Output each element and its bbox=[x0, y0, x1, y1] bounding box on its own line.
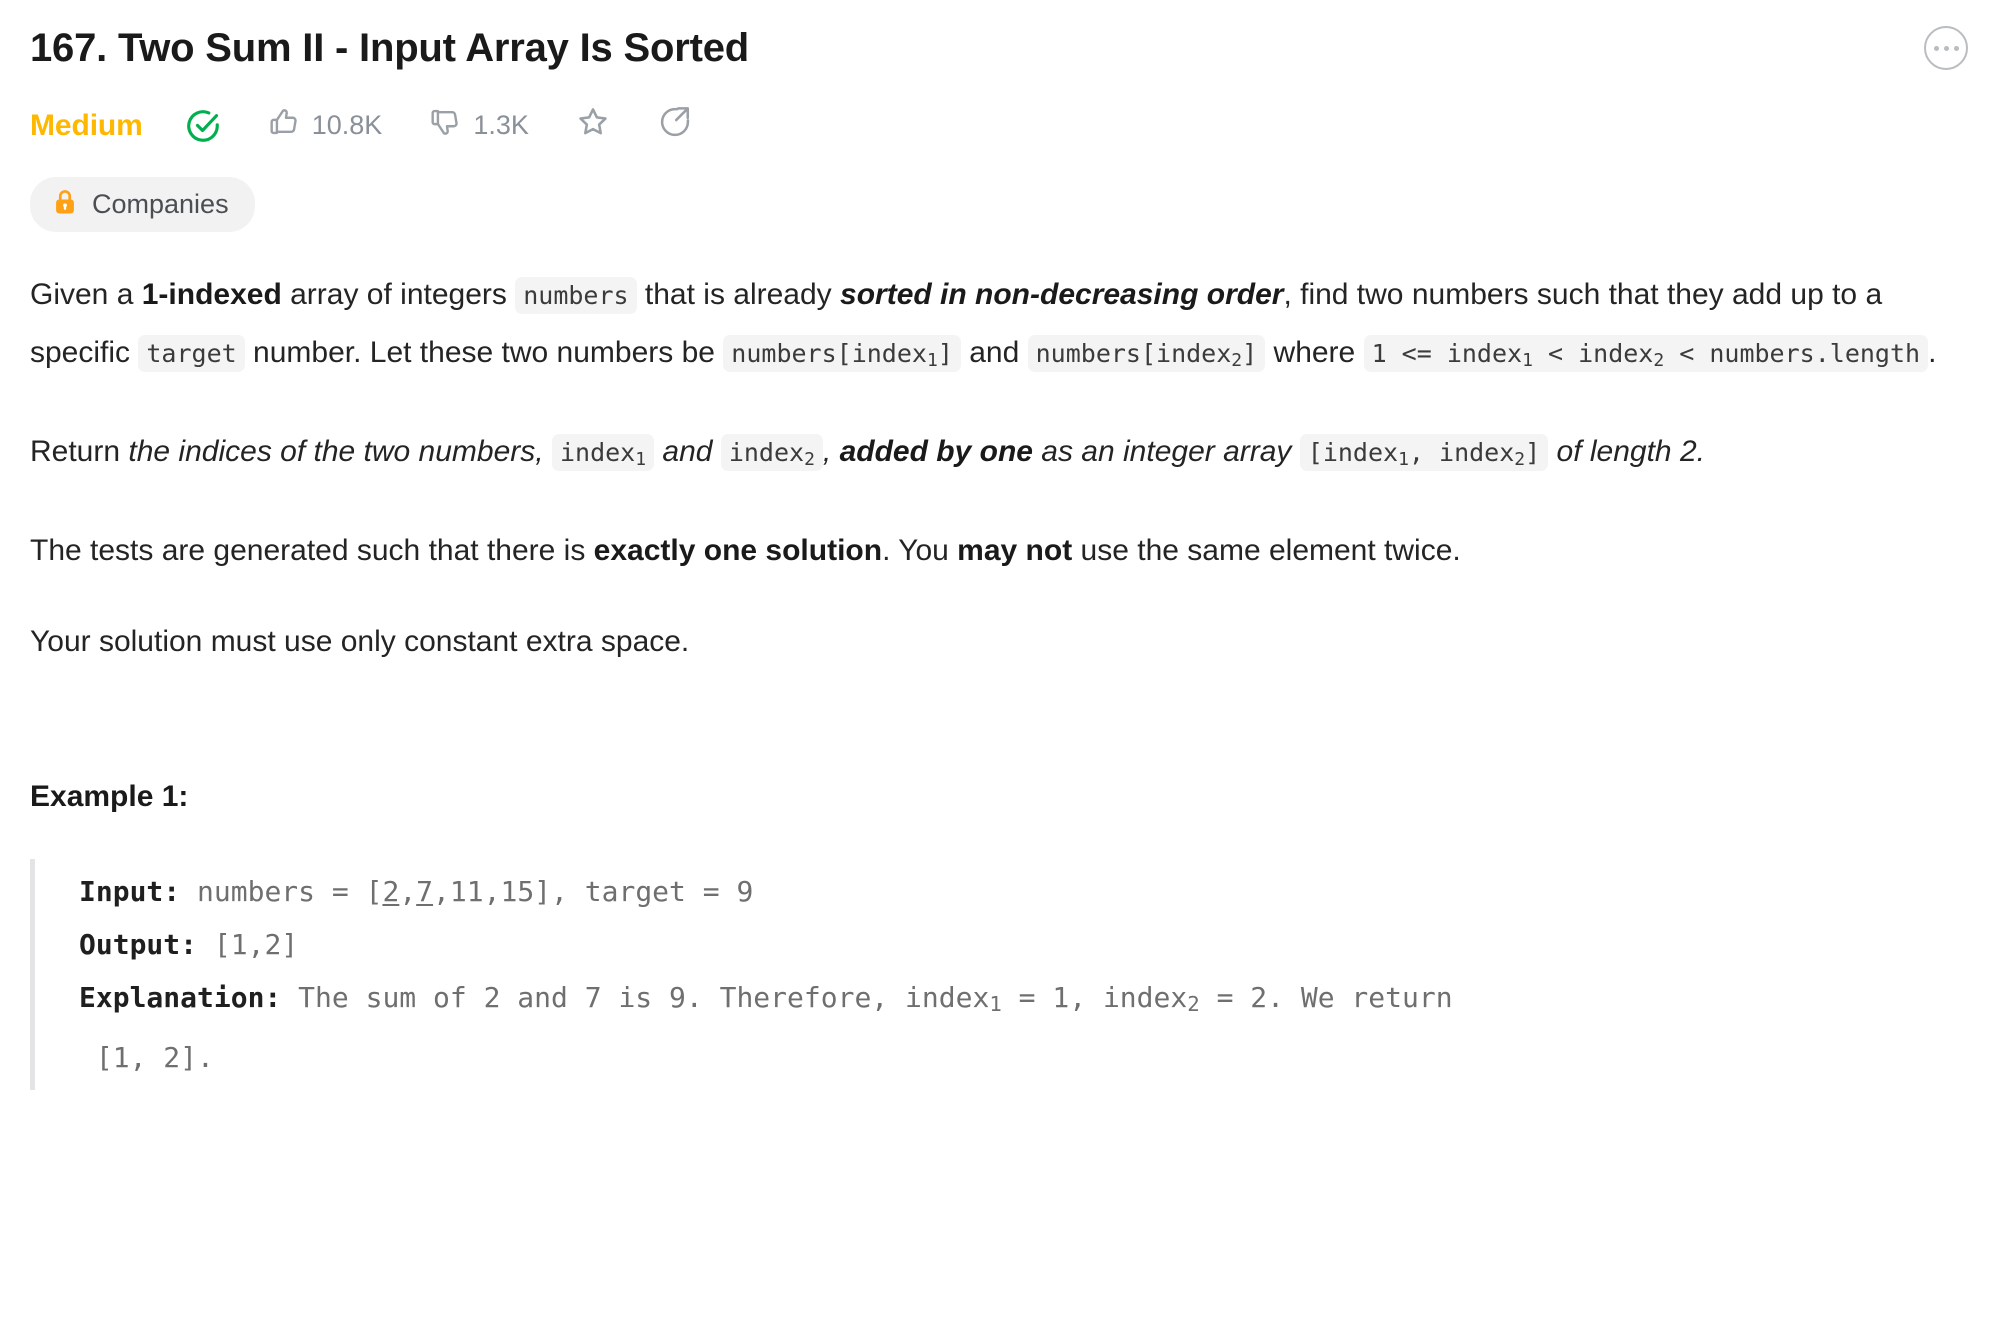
italic-text: as an integer array bbox=[1032, 434, 1300, 468]
text: that is already bbox=[636, 278, 841, 311]
like-button[interactable]: 10.8K bbox=[267, 105, 383, 146]
subscript: 2 bbox=[1231, 349, 1243, 371]
explanation-text-b: = 1, index bbox=[1001, 980, 1188, 1014]
text: . You bbox=[882, 533, 958, 567]
difficulty-badge[interactable]: Medium bbox=[30, 109, 143, 143]
paragraph-2: Return the indices of the two numbers, i… bbox=[30, 423, 1972, 488]
code-index-range: 1 <= index1 < index2 < numbers.length bbox=[1363, 335, 1929, 372]
text: The tests are generated such that there … bbox=[30, 533, 594, 567]
italic-text: , bbox=[822, 434, 840, 468]
code-text: numbers[index bbox=[1035, 339, 1232, 368]
text: use the same element twice. bbox=[1072, 533, 1461, 567]
code-text: ] bbox=[1242, 339, 1258, 368]
dot bbox=[1943, 45, 1949, 51]
code-numbers: numbers bbox=[515, 277, 637, 314]
subscript: 1 bbox=[926, 349, 938, 371]
problem-description-panel: 167. Two Sum II - Input Array Is Sorted … bbox=[0, 0, 2000, 1324]
thumbs-down-icon bbox=[428, 105, 462, 146]
code-numbers-index1: numbers[index1] bbox=[723, 335, 961, 372]
text: array of integers bbox=[281, 278, 516, 311]
italic-text: and bbox=[654, 434, 721, 468]
italic-text: the indices of the two numbers, bbox=[128, 434, 544, 468]
bold-text: 1-indexed bbox=[141, 278, 282, 311]
companies-label: Companies bbox=[92, 189, 229, 219]
problem-statement: Given a 1-indexed array of integers numb… bbox=[28, 266, 1972, 1091]
input-value-post: ,11,15], target = 9 bbox=[433, 874, 754, 908]
subscript: 2 bbox=[1653, 349, 1665, 371]
bold-italic-text: added by one bbox=[839, 434, 1033, 468]
explanation-text-a: The sum of 2 and 7 is 9. Therefore, inde… bbox=[281, 980, 990, 1014]
code-index2: index2 bbox=[720, 433, 823, 471]
code-index-array: [index1, index2] bbox=[1299, 433, 1549, 471]
example-heading: Example 1: bbox=[30, 779, 189, 813]
text: number. Let these two numbers be bbox=[244, 336, 724, 369]
explanation-label: Explanation: bbox=[79, 980, 282, 1014]
subscript: 2 bbox=[1187, 992, 1200, 1017]
dot bbox=[1933, 45, 1939, 51]
italic-text: of length 2. bbox=[1548, 434, 1705, 468]
input-comma: , bbox=[399, 874, 417, 908]
output-value: [1,2] bbox=[197, 927, 299, 961]
paragraph-4: Your solution must use only constant ext… bbox=[30, 624, 690, 658]
dot bbox=[1953, 45, 1959, 51]
like-count: 10.8K bbox=[311, 110, 383, 140]
code-text: index bbox=[728, 437, 805, 467]
page-title: 167. Two Sum II - Input Array Is Sorted bbox=[30, 26, 749, 70]
code-text: [index bbox=[1307, 437, 1399, 467]
example-code-block: Input: numbers = [2,7,11,15], target = 9… bbox=[30, 858, 1972, 1091]
star-icon bbox=[575, 104, 611, 147]
code-target: target bbox=[138, 335, 245, 372]
lock-icon bbox=[52, 188, 78, 221]
code-text: ] bbox=[1525, 437, 1541, 467]
title-row: 167. Two Sum II - Input Array Is Sorted bbox=[28, 22, 1972, 74]
text: Given a bbox=[30, 278, 142, 311]
companies-button[interactable]: Companies bbox=[30, 177, 255, 232]
explanation-text-d: [1, 2]. bbox=[95, 1041, 214, 1075]
bold-text: exactly one solution bbox=[593, 533, 883, 567]
code-numbers-index2: numbers[index2] bbox=[1027, 335, 1266, 372]
input-label: Input: bbox=[79, 874, 181, 908]
code-text: 1 <= index bbox=[1371, 339, 1523, 368]
code-text: numbers[index bbox=[731, 339, 927, 368]
output-label: Output: bbox=[79, 927, 198, 961]
thumbs-up-icon bbox=[267, 105, 301, 146]
text: . bbox=[1928, 336, 1937, 369]
subscript: 1 bbox=[635, 448, 647, 470]
subscript: 1 bbox=[989, 992, 1002, 1017]
paragraph-1: Given a 1-indexed array of integers numb… bbox=[30, 266, 1972, 389]
input-underlined-2: 2 bbox=[382, 874, 400, 908]
text: and bbox=[960, 336, 1028, 369]
input-value-pre: numbers = [ bbox=[180, 874, 383, 908]
subscript: 1 bbox=[1522, 349, 1533, 371]
favorite-button[interactable] bbox=[575, 104, 611, 147]
subscript: 1 bbox=[1398, 448, 1409, 470]
share-button[interactable] bbox=[657, 104, 693, 147]
problem-meta-row: Medium 10.8K 1.3K bbox=[28, 104, 1972, 147]
ellipsis-circle-icon[interactable] bbox=[1924, 26, 1968, 70]
share-icon bbox=[657, 104, 693, 147]
code-text: < numbers.length bbox=[1664, 339, 1921, 368]
bold-italic-text: sorted in non-decreasing order bbox=[840, 278, 1284, 311]
code-text: < index bbox=[1532, 339, 1654, 368]
text: where bbox=[1265, 336, 1364, 369]
check-circle-icon[interactable] bbox=[185, 108, 221, 144]
subscript: 2 bbox=[1514, 448, 1526, 470]
dislike-button[interactable]: 1.3K bbox=[428, 105, 529, 146]
subscript: 2 bbox=[804, 448, 815, 470]
dislike-count: 1.3K bbox=[473, 110, 529, 140]
code-text: , index bbox=[1408, 437, 1515, 467]
code-text: ] bbox=[937, 339, 953, 368]
paragraph-3: The tests are generated such that there … bbox=[30, 522, 1972, 579]
code-index1: index1 bbox=[551, 433, 655, 471]
tags-row: Companies bbox=[28, 177, 1972, 232]
text: Return bbox=[30, 434, 129, 468]
input-underlined-7: 7 bbox=[416, 874, 434, 908]
code-text: index bbox=[559, 437, 636, 467]
bold-text: may not bbox=[957, 533, 1073, 567]
explanation-text-c: = 2. We return bbox=[1199, 980, 1453, 1014]
